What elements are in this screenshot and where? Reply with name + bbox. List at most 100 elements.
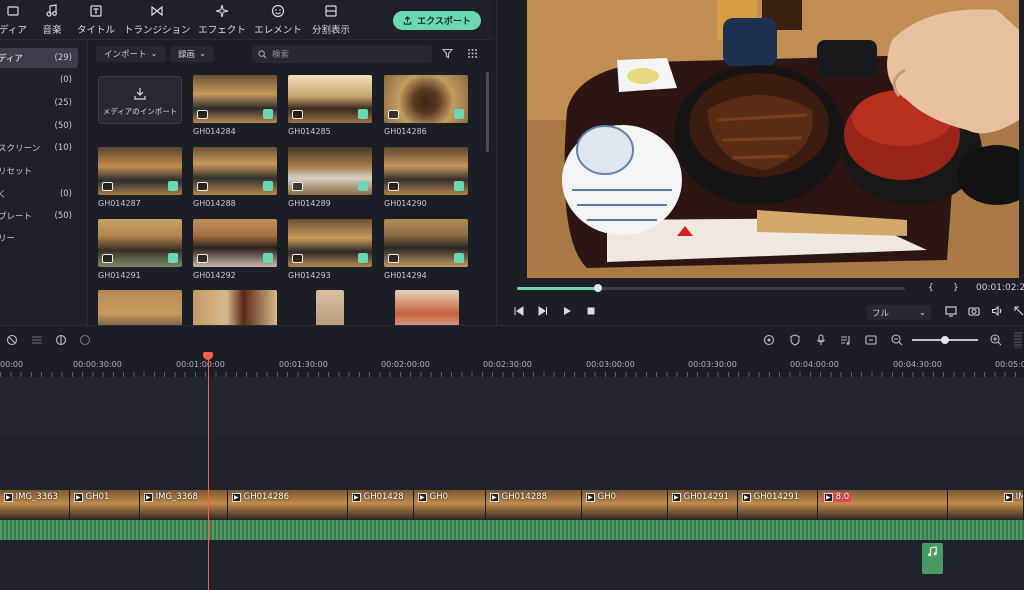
- media-clip[interactable]: GH014285: [288, 75, 374, 136]
- tab-split-screen[interactable]: 分割表示: [310, 4, 352, 36]
- ruler-label: 00:02:30:00: [483, 360, 532, 369]
- media-clip[interactable]: GH014291: [98, 219, 184, 280]
- video-badge-icon: [292, 182, 303, 191]
- timeline-zoom-slider[interactable]: [912, 336, 978, 344]
- audio-waveform-track[interactable]: [0, 520, 1024, 540]
- ruler-label: 00:04:00:00: [790, 360, 839, 369]
- media-clip[interactable]: [193, 290, 279, 325]
- media-clip[interactable]: GH014288: [193, 147, 279, 208]
- playback-scrubber[interactable]: [594, 284, 603, 292]
- media-clip[interactable]: GH014289: [288, 147, 374, 208]
- sidebar-item-count: (29): [54, 53, 72, 63]
- timeline-ruler[interactable]: 00:00 00:00:30:00 00:01:00:00 00:01:30:0…: [0, 353, 1024, 377]
- import-filter-dropdown[interactable]: インポート ⌄: [96, 46, 166, 62]
- voiceover-list-icon[interactable]: [840, 334, 852, 346]
- empty-track[interactable]: [0, 437, 1024, 487]
- empty-track[interactable]: [0, 377, 1024, 435]
- playback-progress-fill: [517, 287, 599, 290]
- grid-view-icon[interactable]: [467, 48, 478, 59]
- tab-audio[interactable]: 音楽: [40, 4, 64, 36]
- video-badge-icon: [197, 254, 208, 263]
- sidebar-item-media[interactable]: ディア (29): [0, 48, 78, 68]
- timeline-clip[interactable]: IMG_3363: [0, 490, 70, 520]
- video-track[interactable]: IMG_3363 GH01 IMG_3368 GH014286 GH01428 …: [0, 490, 1024, 520]
- timeline-clip[interactable]: IM: [948, 490, 1024, 520]
- search-input[interactable]: 検索: [252, 45, 432, 63]
- media-clip[interactable]: GH014287: [98, 147, 184, 208]
- tab-effects[interactable]: エフェクト: [198, 4, 246, 36]
- checkmark-icon: [454, 109, 464, 119]
- record-filter-dropdown[interactable]: 録画 ⌄: [170, 46, 215, 62]
- timeline-zoom-knob[interactable]: [941, 336, 949, 344]
- playhead-line[interactable]: [208, 353, 209, 590]
- export-button[interactable]: エクスポート: [393, 11, 481, 30]
- music-clip[interactable]: [922, 543, 943, 574]
- media-clip[interactable]: GH014293: [288, 219, 374, 280]
- stop-icon[interactable]: [585, 305, 597, 317]
- timeline-clip[interactable]: GH014291: [668, 490, 738, 520]
- timeline-clip[interactable]: GH014291: [738, 490, 818, 520]
- timeline-clip[interactable]: GH0: [582, 490, 668, 520]
- zoom-in-icon[interactable]: [990, 334, 1002, 346]
- timeline-clip[interactable]: GH014288: [486, 490, 582, 520]
- import-media-tile[interactable]: メディアのインポート: [98, 76, 182, 124]
- detach-audio-icon[interactable]: [6, 334, 18, 346]
- snapshot-camera-icon[interactable]: [968, 305, 980, 317]
- media-clip[interactable]: [316, 290, 402, 325]
- snapshot-frame-icon[interactable]: [865, 334, 877, 346]
- tab-titles[interactable]: タイトル: [76, 4, 116, 36]
- media-clip[interactable]: GH014292: [193, 219, 279, 280]
- ruler-label: 00:01:00:00: [176, 360, 225, 369]
- timeline-clip[interactable]: 8.0: [818, 490, 948, 520]
- timeline-tracks[interactable]: [0, 377, 1024, 590]
- render-icon[interactable]: [763, 334, 775, 346]
- play-slow-icon[interactable]: [537, 305, 549, 317]
- media-clip[interactable]: GH014294: [384, 219, 470, 280]
- play-icon[interactable]: [561, 305, 573, 317]
- timeline-clip[interactable]: GH0: [414, 490, 486, 520]
- timeline-clip[interactable]: GH014286: [228, 490, 348, 520]
- sidebar-item-library[interactable]: リー: [0, 228, 78, 248]
- timeline-clip[interactable]: GH01428: [348, 490, 414, 520]
- transition-icon: [151, 5, 163, 17]
- filter-icon[interactable]: [442, 48, 453, 59]
- color-icon[interactable]: [55, 334, 67, 346]
- sidebar-item-presets[interactable]: リセット: [0, 161, 78, 181]
- sidebar-item-2[interactable]: (25): [0, 93, 78, 113]
- sidebar-item-3[interactable]: (50): [0, 116, 78, 136]
- video-preview[interactable]: [527, 0, 1019, 278]
- media-clip[interactable]: [395, 290, 481, 325]
- clip-label: GH014286: [232, 492, 289, 502]
- fullscreen-icon[interactable]: [1013, 305, 1024, 317]
- tab-media[interactable]: ディア: [0, 4, 30, 36]
- tab-transitions[interactable]: トランジション: [124, 4, 191, 36]
- timeline-clip[interactable]: GH01: [70, 490, 140, 520]
- sidebar-item-count: (0): [59, 189, 72, 199]
- sidebar-item-screen-recording[interactable]: スクリーン (10): [0, 138, 78, 158]
- adjust-icon[interactable]: [31, 334, 43, 346]
- clip-thumbnail: [98, 290, 182, 325]
- shield-icon[interactable]: [789, 334, 801, 346]
- tab-elements[interactable]: エレメント: [254, 4, 302, 36]
- speed-icon[interactable]: [79, 334, 91, 346]
- quality-select[interactable]: フル ⌄: [867, 305, 931, 320]
- microphone-icon[interactable]: [815, 334, 827, 346]
- media-clip[interactable]: GH014290: [384, 147, 470, 208]
- media-clip[interactable]: [98, 290, 184, 325]
- mark-in-button[interactable]: {: [928, 283, 934, 293]
- search-icon: [258, 49, 267, 58]
- step-back-icon[interactable]: [513, 305, 525, 317]
- timeline-clip[interactable]: IMG_3368: [140, 490, 228, 520]
- mark-out-button[interactable]: }: [953, 283, 959, 293]
- clip-label: GH0: [586, 492, 616, 502]
- volume-icon[interactable]: [991, 305, 1003, 317]
- media-clip[interactable]: GH014284: [193, 75, 279, 136]
- media-scrollbar[interactable]: [486, 72, 489, 152]
- zoom-out-icon[interactable]: [891, 334, 903, 346]
- monitor-icon[interactable]: [945, 305, 957, 317]
- sidebar-item-templates[interactable]: プレート (50): [0, 206, 78, 226]
- playback-progress-bar[interactable]: [517, 284, 905, 292]
- sidebar-item-6[interactable]: く (0): [0, 184, 78, 204]
- sidebar-item-1[interactable]: (0): [0, 70, 78, 90]
- media-clip[interactable]: GH014286: [384, 75, 470, 136]
